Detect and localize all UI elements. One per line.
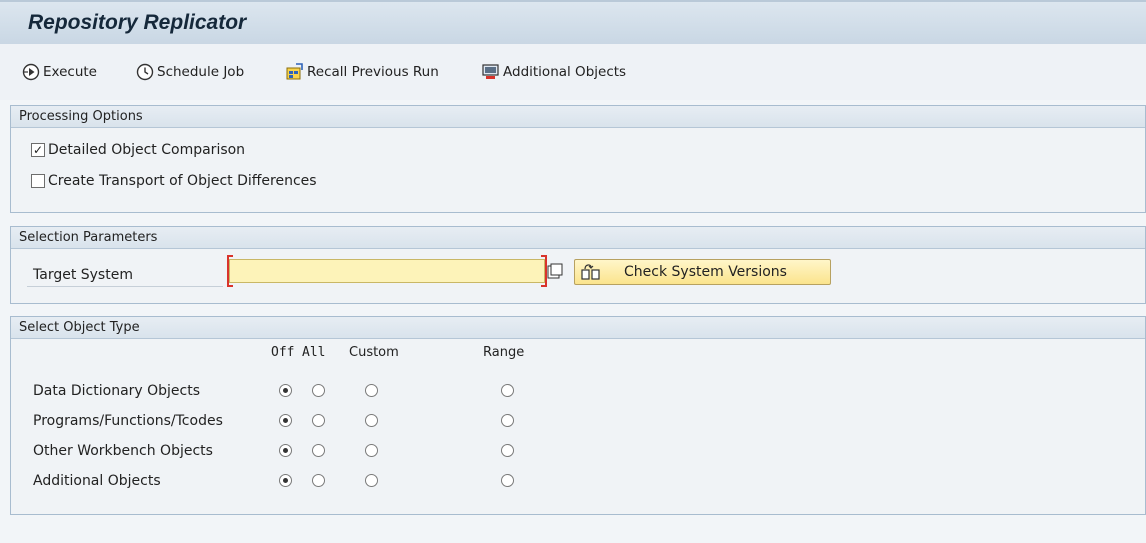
object-type-label: Data Dictionary Objects <box>33 383 201 399</box>
recall-run-icon <box>286 63 303 80</box>
execute-button[interactable]: Execute <box>22 61 97 83</box>
additional-objects-button[interactable]: Additional Objects <box>482 61 626 83</box>
selection-parameters-header: Selection Parameters <box>11 227 1145 249</box>
create-transport-label: Create Transport of Object Differences <box>48 173 317 189</box>
radio-all[interactable] <box>312 474 325 487</box>
schedule-job-button[interactable]: Schedule Job <box>136 61 244 83</box>
column-all: All <box>302 345 326 360</box>
processing-options-group: Processing Options ✓ Detailed Object Com… <box>10 105 1146 213</box>
recall-previous-run-label: Recall Previous Run <box>307 64 439 80</box>
value-help-icon[interactable] <box>547 263 563 279</box>
radio-custom[interactable] <box>365 474 378 487</box>
check-system-versions-button[interactable]: Check System Versions <box>574 259 831 285</box>
additional-objects-label: Additional Objects <box>503 64 627 80</box>
recall-previous-run-button[interactable]: Recall Previous Run <box>286 61 439 83</box>
radio-off[interactable] <box>279 414 292 427</box>
title-bar: Repository Replicator <box>0 0 1146 44</box>
radio-custom[interactable] <box>365 384 378 397</box>
select-object-type-header: Select Object Type <box>11 317 1145 339</box>
detailed-comparison-row: ✓ Detailed Object Comparison <box>31 141 245 159</box>
selection-parameters-group: Selection Parameters Target System Check… <box>10 226 1146 304</box>
radio-custom[interactable] <box>365 414 378 427</box>
create-transport-checkbox[interactable] <box>31 174 45 188</box>
execute-label: Execute <box>43 64 97 80</box>
radio-all[interactable] <box>312 384 325 397</box>
create-transport-row: Create Transport of Object Differences <box>31 172 317 190</box>
detailed-comparison-checkbox[interactable]: ✓ <box>31 143 45 157</box>
object-type-label: Other Workbench Objects <box>33 443 213 459</box>
object-type-label: Programs/Functions/Tcodes <box>33 413 223 429</box>
column-range: Range <box>483 345 525 360</box>
radio-off[interactable] <box>279 474 292 487</box>
radio-all[interactable] <box>312 414 325 427</box>
column-custom: Custom <box>349 345 399 360</box>
schedule-job-label: Schedule Job <box>157 64 245 80</box>
column-off: Off <box>271 345 295 360</box>
target-system-input[interactable] <box>229 259 545 283</box>
clock-icon <box>136 63 154 81</box>
target-system-label: Target System <box>27 263 223 287</box>
check-system-versions-label: Check System Versions <box>624 264 787 280</box>
object-type-label: Additional Objects <box>33 473 161 489</box>
radio-all[interactable] <box>312 444 325 457</box>
radio-off[interactable] <box>279 444 292 457</box>
check-versions-icon <box>581 264 600 280</box>
radio-range[interactable] <box>501 444 514 457</box>
radio-off[interactable] <box>279 384 292 397</box>
page-title: Repository Replicator <box>28 11 247 34</box>
select-object-type-group: Select Object Type Off All Custom Range … <box>10 316 1146 515</box>
execute-icon <box>22 63 40 81</box>
application-toolbar: Execute Schedule Job Recall Previous Run… <box>0 44 1146 100</box>
processing-options-header: Processing Options <box>11 106 1145 128</box>
radio-range[interactable] <box>501 384 514 397</box>
radio-range[interactable] <box>501 474 514 487</box>
radio-range[interactable] <box>501 414 514 427</box>
radio-custom[interactable] <box>365 444 378 457</box>
detailed-comparison-label: Detailed Object Comparison <box>48 142 246 158</box>
additional-objects-icon <box>482 64 499 79</box>
